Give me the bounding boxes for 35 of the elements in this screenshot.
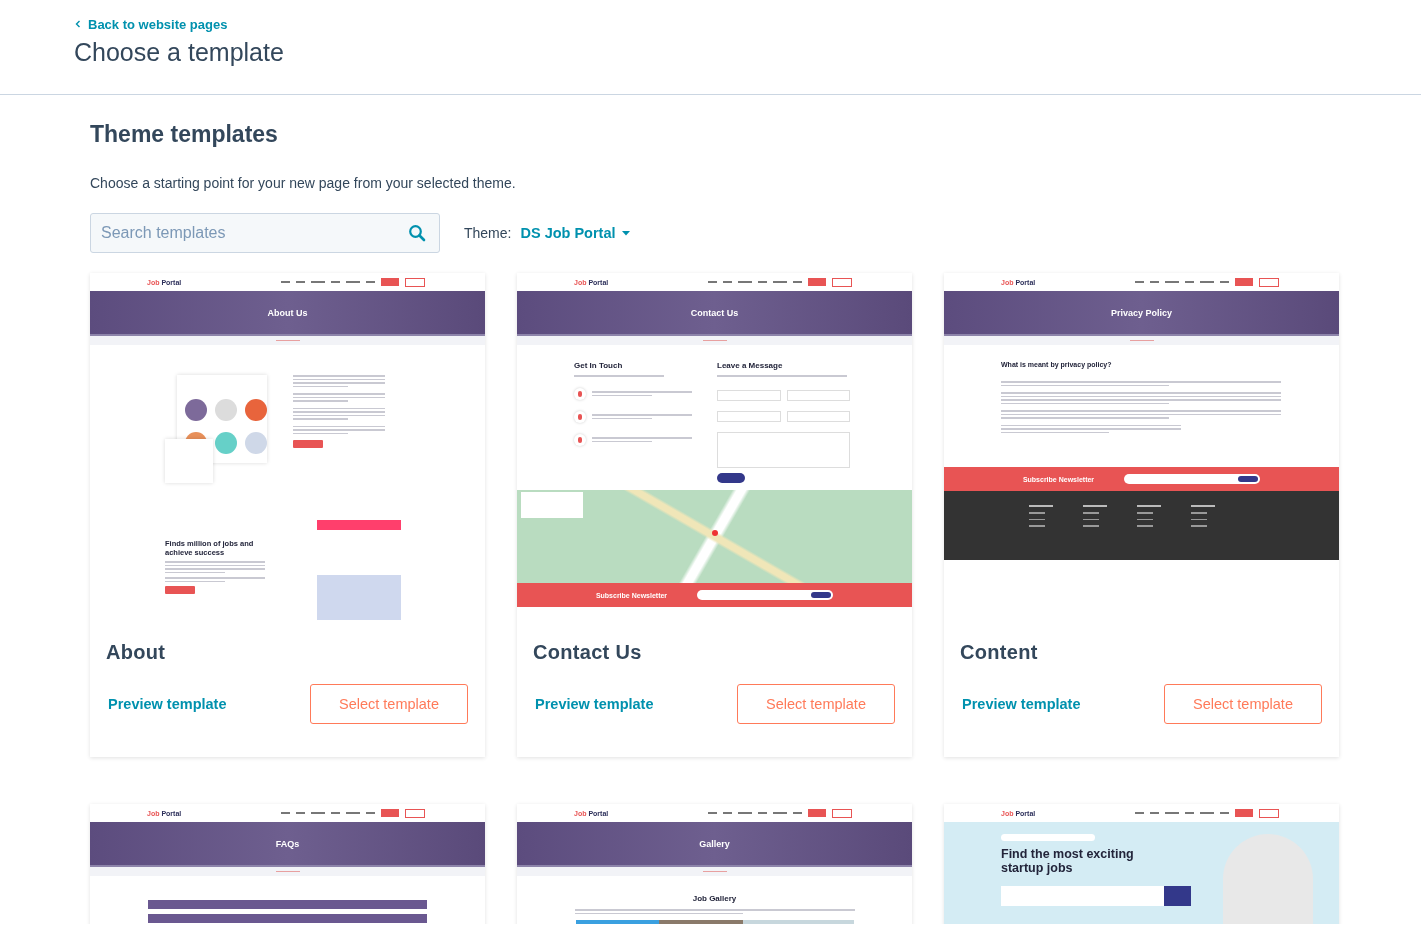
hero-title: Contact Us <box>690 307 739 318</box>
contact-icon <box>574 433 586 446</box>
search-icon <box>408 224 426 242</box>
button-drawing <box>165 586 195 595</box>
chevron-left-icon <box>74 20 82 28</box>
theme-label: Theme: <box>464 225 512 241</box>
submit-button-drawing <box>717 472 745 483</box>
section-heading: Theme templates <box>90 121 279 148</box>
template-name: Contact Us <box>533 641 643 664</box>
button-drawing <box>293 440 323 448</box>
hero-title: FAQs <box>275 838 300 849</box>
template-name: About <box>106 641 167 664</box>
preview-template-link[interactable]: Preview template <box>108 696 227 712</box>
select-template-button[interactable]: Select template <box>1164 684 1322 724</box>
select-template-button[interactable]: Select template <box>737 684 895 724</box>
preview-template-link[interactable]: Preview template <box>962 696 1081 712</box>
hero-title: Privacy Policy <box>1110 307 1172 318</box>
section-heading: Leave a Message <box>717 361 784 371</box>
applicant-list-drawing <box>165 439 213 483</box>
contact-icon <box>574 410 586 423</box>
hero-title: Gallery <box>699 838 730 849</box>
theme-dropdown[interactable]: DS Job Portal <box>520 225 630 241</box>
search-field[interactable]: Search templates <box>90 213 440 253</box>
back-link[interactable]: Back to website pages <box>74 16 228 32</box>
section-heading: Get In Touch <box>574 361 624 371</box>
section-heading: Job Gallery <box>692 894 737 904</box>
section-description: Choose a starting point for your new page from your selected theme. <box>90 175 517 191</box>
select-template-button[interactable]: Select template <box>310 684 468 724</box>
preview-template-link[interactable]: Preview template <box>535 696 654 712</box>
template-name: Content <box>960 641 1039 664</box>
caret-down-icon <box>621 230 630 236</box>
hero-title: About Us <box>267 307 308 318</box>
page-title: Choose a template <box>74 38 285 67</box>
contact-icon <box>574 387 586 400</box>
section-heading: Find the most exciting startup jobs <box>1001 847 1135 876</box>
